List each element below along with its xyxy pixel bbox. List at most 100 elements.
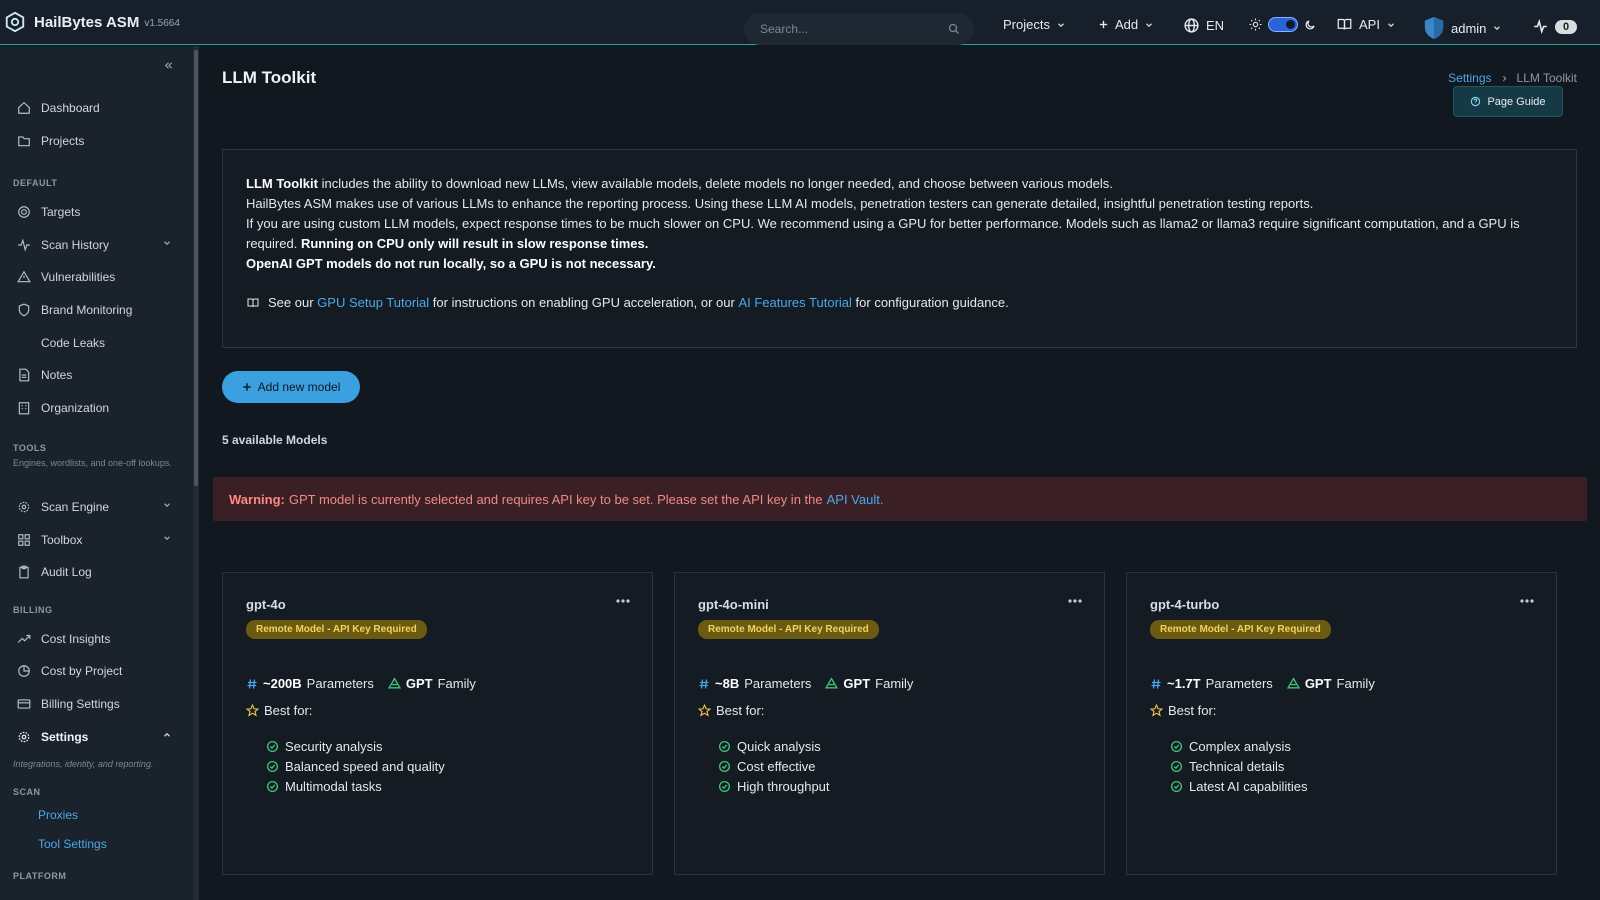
params-value: ~1.7T (1167, 676, 1201, 691)
sidebar-subitem-proxies[interactable]: Proxies (38, 808, 78, 822)
user-menu[interactable]: admin (1423, 16, 1502, 40)
sidebar-item-brand-monitoring[interactable]: Brand Monitoring (0, 295, 190, 325)
params-label: Parameters (744, 676, 812, 691)
add-dropdown[interactable]: Add (1098, 17, 1154, 32)
chevron-down-icon (164, 241, 170, 246)
sun-icon (1249, 18, 1262, 31)
api-label: API (1359, 17, 1380, 32)
sidebar-item-notes[interactable]: Notes (0, 360, 190, 390)
theme-switch[interactable] (1268, 17, 1298, 32)
sidebar-item-projects[interactable]: Projects (0, 126, 190, 156)
section-label: DEFAULT (13, 178, 58, 188)
model-card-gpt-4-turbo[interactable]: gpt-4-turbo Remote Model - API Key Requi… (1126, 572, 1557, 875)
section-default: DEFAULT (13, 178, 57, 188)
trending-up-icon (17, 634, 31, 643)
chevron-down-icon (1388, 22, 1394, 27)
chevron-down-icon (164, 536, 170, 541)
sidebar-item-targets[interactable]: Targets (0, 197, 190, 227)
see-mid: for instructions on enabling GPU acceler… (432, 295, 735, 310)
language-selector[interactable]: EN (1183, 17, 1224, 34)
family-value: GPT (1304, 676, 1332, 691)
projects-dropdown[interactable]: Projects (1003, 17, 1066, 32)
sidebar-subitem-tool-settings[interactable]: Tool Settings (38, 837, 107, 851)
page-title: LLM Toolkit (222, 68, 317, 87)
star-icon (698, 704, 711, 717)
model-card-gpt-4o-mini[interactable]: gpt-4o-mini Remote Model - API Key Requi… (674, 572, 1105, 875)
family-value: GPT (843, 676, 871, 691)
use-item: Latest AI capabilities (1170, 776, 1533, 796)
family-value: GPT (405, 676, 433, 691)
params-value: ~200B (263, 676, 302, 691)
chevron-down-icon (164, 503, 170, 508)
activity-pulse-icon (1534, 19, 1547, 34)
breadcrumb-settings-link[interactable]: Settings (1448, 71, 1491, 85)
api-dropdown[interactable]: API (1336, 17, 1396, 32)
best-for: Best for: (698, 703, 1081, 718)
top-bar: HailBytes ASM v1.5664 Projects Add EN AP… (0, 0, 1600, 45)
sidebar-item-dashboard[interactable]: Dashboard (0, 93, 190, 123)
sidebar-item-audit-log[interactable]: Audit Log (0, 557, 190, 587)
sidebar-item-settings[interactable]: Settings (0, 722, 190, 752)
add-new-model-button[interactable]: Add new model (222, 371, 360, 403)
sidebar-item-organization[interactable]: Organization (0, 393, 190, 423)
star-icon (1150, 704, 1163, 717)
sidebar-item-label: Scan Engine (41, 500, 110, 514)
sidebar-item-toolbox[interactable]: Toolbox (0, 525, 190, 555)
help-circle-icon (1471, 96, 1481, 107)
sidebar-item-scan-engine[interactable]: Scan Engine (0, 492, 190, 522)
sidebar-item-code-leaks[interactable]: Code Leaks (0, 328, 190, 358)
section-billing: BILLING (13, 605, 53, 615)
model-card-gpt-4o[interactable]: gpt-4o Remote Model - API Key Required ~… (222, 572, 653, 875)
info-line-4: OpenAI GPT models do not run locally, so… (246, 254, 1553, 274)
info-line-3-bold: Running on CPU only will result in slow … (300, 236, 649, 251)
family-label: Family (437, 676, 476, 691)
sidebar-item-scan-history[interactable]: Scan History (0, 230, 190, 260)
collapse-sidebar-icon[interactable] (163, 60, 174, 71)
ai-features-tutorial-link[interactable]: AI Features Tutorial (738, 293, 851, 313)
search-box[interactable] (744, 13, 974, 45)
sidebar-item-vulnerabilities[interactable]: Vulnerabilities (0, 262, 190, 292)
brand[interactable]: HailBytes ASM v1.5664 (0, 11, 180, 33)
family-icon (825, 677, 839, 689)
chevron-down-icon (1146, 22, 1153, 27)
sidebar-item-label: Dashboard (41, 101, 100, 115)
sidebar-item-billing-settings[interactable]: Billing Settings (0, 689, 190, 719)
family-group: GPT Family (387, 676, 476, 691)
family-icon (387, 677, 401, 689)
warning-banner: Warning: GPT model is currently selected… (213, 477, 1587, 521)
activity-icon (18, 238, 30, 252)
use-label: Latest AI capabilities (1189, 778, 1308, 794)
main-content: LLM Toolkit Settings LLM Toolkit Page Gu… (199, 46, 1600, 900)
activity-count-badge: 0 (1555, 19, 1578, 34)
sidebar-item-cost-insights[interactable]: Cost Insights (0, 624, 190, 654)
shield-avatar-icon (1424, 17, 1444, 39)
more-options-icon[interactable] (1068, 599, 1082, 603)
use-label: Cost effective (737, 758, 816, 774)
sidebar-item-label: Cost Insights (41, 632, 111, 646)
more-options-icon[interactable] (1520, 599, 1534, 603)
use-label: Balanced speed and quality (285, 758, 445, 774)
more-options-icon[interactable] (616, 599, 630, 603)
use-item: Balanced speed and quality (266, 756, 629, 776)
params-label: Parameters (1205, 676, 1273, 691)
sidebar-item-label: Notes (41, 368, 73, 382)
model-count: 5 available Models (222, 433, 328, 447)
gpu-setup-tutorial-link[interactable]: GPU Setup Tutorial (317, 293, 429, 313)
hash-icon (1151, 678, 1161, 689)
api-vault-link[interactable]: API Vault. (827, 492, 884, 507)
use-label: Multimodal tasks (285, 778, 382, 794)
section-label: SCAN (13, 787, 41, 797)
activity-indicator[interactable]: 0 (1532, 19, 1578, 34)
use-item: Cost effective (718, 756, 1081, 776)
page-guide-button[interactable]: Page Guide (1453, 86, 1563, 117)
sidebar-item-label: Targets (41, 205, 81, 219)
info-line-1-text: includes the ability to download new LLM… (317, 176, 1113, 191)
search-input[interactable] (760, 22, 930, 36)
best-for-label: Best for: (264, 703, 313, 718)
section-scan: SCAN (13, 787, 41, 797)
sidebar-item-cost-by-project[interactable]: Cost by Project (0, 656, 190, 686)
best-for: Best for: (1150, 703, 1533, 718)
check-circle-icon (1170, 740, 1183, 752)
star-icon (246, 704, 259, 717)
theme-toggle[interactable] (1249, 17, 1316, 32)
